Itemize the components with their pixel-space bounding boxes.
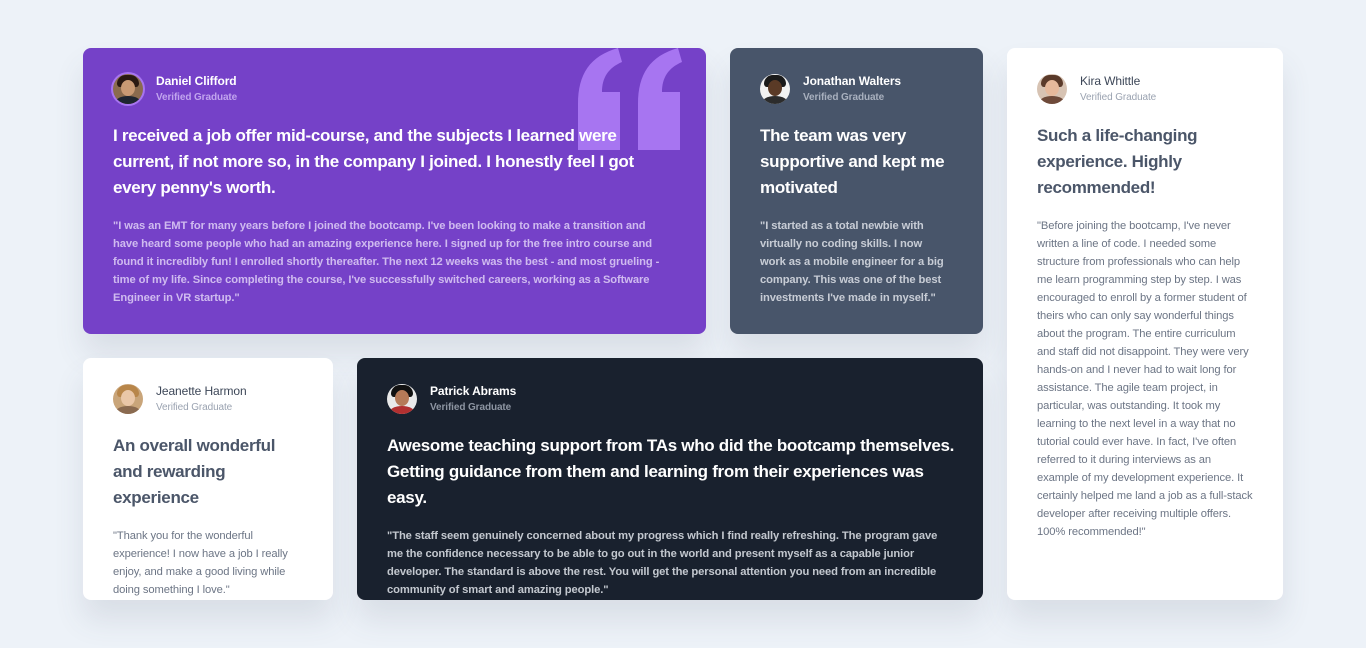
testimonial-headline: An overall wonderful and rewarding exper… [113, 436, 276, 507]
testimonial-card-patrick: Patrick Abrams Verified Graduate Awesome… [357, 358, 983, 600]
author: Daniel Clifford Verified Graduate [113, 73, 676, 105]
avatar-kira-icon [1037, 74, 1067, 104]
author: Jeanette Harmon Verified Graduate [113, 383, 303, 415]
testimonial-headline: I received a job offer mid-course, and t… [113, 126, 634, 197]
author-role: Verified Graduate [156, 401, 233, 413]
author: Kira Whittle Verified Graduate [1037, 73, 1253, 105]
testimonial-headline: Awesome teaching support from TAs who di… [387, 436, 955, 507]
author-name: Kira Whittle [1080, 73, 1141, 88]
testimonial-card-jonathan: Jonathan Walters Verified Graduate The t… [730, 48, 983, 334]
testimonial-card-kira: Kira Whittle Verified Graduate Such a li… [1007, 48, 1283, 600]
testimonial-headline: The team was very supportive and kept me… [760, 126, 945, 197]
testimonial-quote: "I started as a total newbie with virtua… [760, 220, 944, 304]
author-name: Jonathan Walters [803, 73, 901, 88]
testimonial-quote: "I was an EMT for many years before I jo… [113, 220, 660, 304]
author-role: Verified Graduate [803, 91, 885, 103]
avatar-patrick-icon [387, 384, 417, 414]
testimonial-headline: Such a life-changing experience. Highly … [1037, 126, 1198, 197]
author: Patrick Abrams Verified Graduate [387, 383, 953, 415]
avatar-jonathan-icon [760, 74, 790, 104]
testimonial-quote: "Before joining the bootcamp, I've never… [1037, 220, 1253, 538]
testimonial-quote: "The staff seem genuinely concerned abou… [387, 530, 938, 596]
testimonial-quote: "Thank you for the wonderful experience!… [113, 530, 288, 596]
avatar-daniel-icon [113, 74, 143, 104]
avatar-jeanette-icon [113, 384, 143, 414]
author-name: Daniel Clifford [156, 73, 237, 88]
author: Jonathan Walters Verified Graduate [760, 73, 953, 105]
author-name: Jeanette Harmon [156, 383, 247, 398]
testimonial-card-jeanette: Jeanette Harmon Verified Graduate An ove… [83, 358, 333, 600]
author-role: Verified Graduate [156, 91, 238, 103]
author-role: Verified Graduate [430, 401, 512, 413]
author-role: Verified Graduate [1080, 91, 1157, 103]
testimonial-card-daniel: Daniel Clifford Verified Graduate I rece… [83, 48, 706, 334]
author-name: Patrick Abrams [430, 383, 517, 398]
